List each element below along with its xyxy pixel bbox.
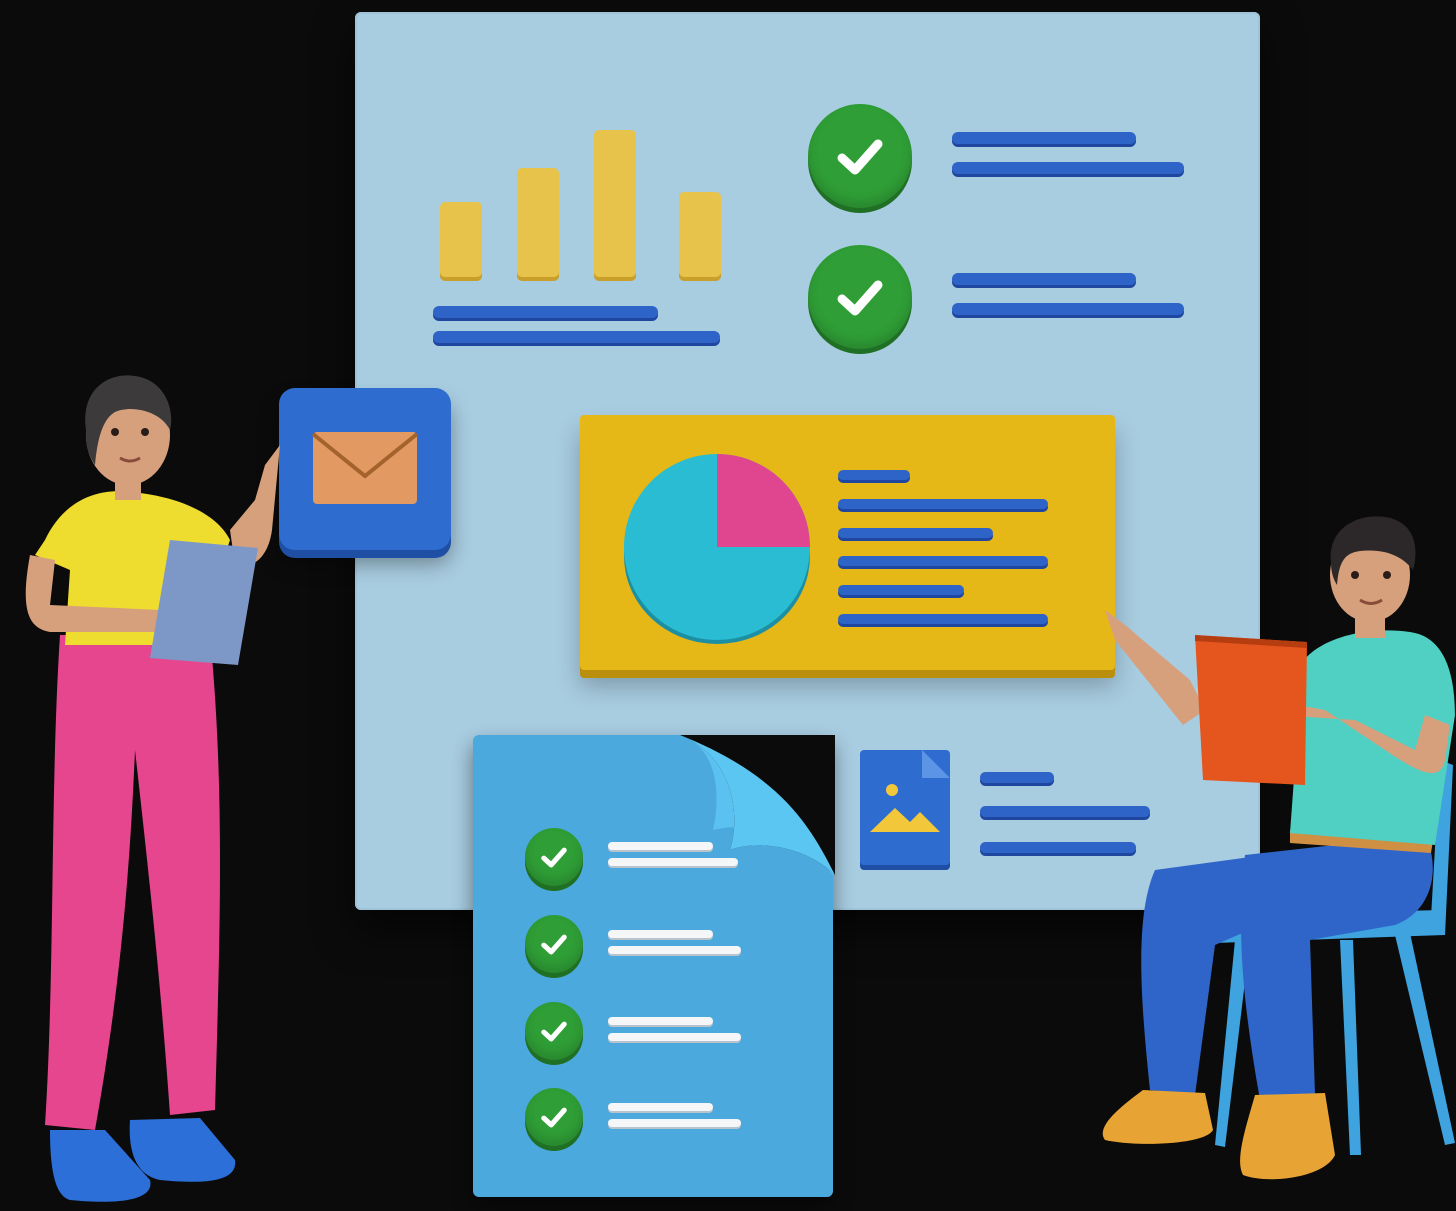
checklist-line (608, 930, 713, 938)
bar-chart-bar-2 (517, 168, 559, 277)
image-file-icon (860, 750, 950, 865)
check-icon (525, 915, 583, 973)
checklist-line (608, 946, 741, 954)
bar-chart-bar-4 (679, 192, 721, 277)
card-text-line (838, 499, 1048, 509)
bar-chart-bar-3 (594, 130, 636, 277)
check-item-line (952, 303, 1184, 315)
checklist-line (608, 1119, 741, 1127)
bar-chart-caption-line-1 (433, 306, 658, 318)
card-text-line (838, 470, 910, 480)
checklist-line (608, 842, 713, 850)
file-caption-line (980, 772, 1054, 783)
man-seated-with-clipboard (1102, 516, 1455, 1180)
card-text-line (838, 614, 1048, 624)
card-text-line (838, 556, 1048, 566)
check-icon (808, 104, 912, 208)
check-icon (525, 828, 583, 886)
check-item-line (952, 162, 1184, 174)
woman-standing-with-tablet (25, 375, 280, 1202)
mail-icon (279, 388, 451, 550)
checklist-line (608, 1103, 713, 1111)
check-icon (525, 1002, 583, 1060)
check-item-line (952, 273, 1136, 285)
check-icon (808, 245, 912, 349)
bar-chart-bar-1 (440, 202, 482, 277)
pie-chart-icon (624, 454, 810, 644)
check-item-line (952, 132, 1136, 144)
bar-chart-caption-line-2 (433, 331, 720, 343)
checklist-line (608, 1033, 741, 1041)
card-text-line (838, 585, 964, 595)
checklist-line (608, 1017, 713, 1025)
checklist-line (608, 858, 738, 866)
check-icon (525, 1088, 583, 1146)
illustration-scene (0, 0, 1456, 1211)
card-text-line (838, 528, 993, 538)
